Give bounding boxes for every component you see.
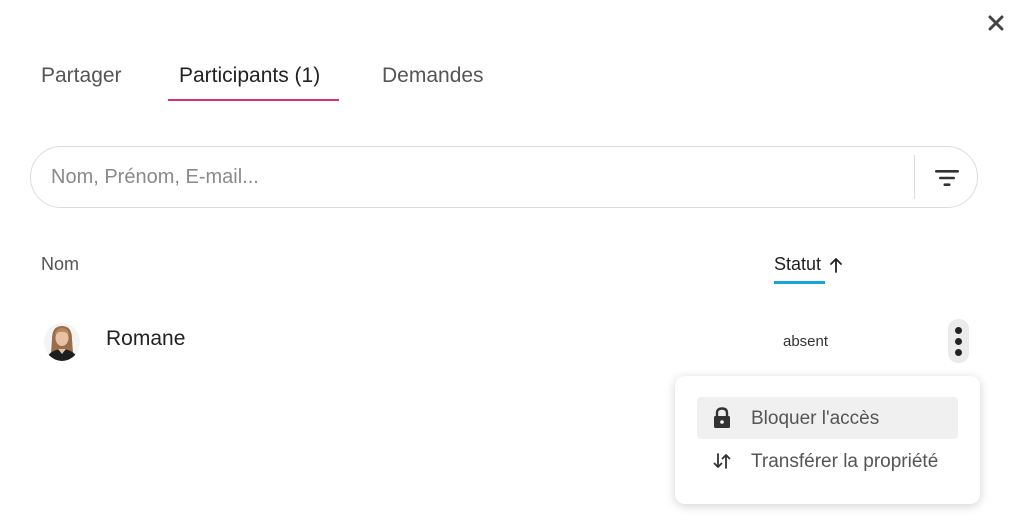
participant-status: absent: [783, 333, 829, 350]
filter-button[interactable]: [929, 160, 965, 196]
arrow-up-icon: [829, 257, 843, 273]
column-header-name[interactable]: Nom: [41, 254, 79, 275]
table-row[interactable]: Romane absent: [0, 316, 1015, 366]
tab-participants[interactable]: Participants (1): [179, 64, 320, 88]
search-input[interactable]: [51, 161, 891, 193]
menu-item-label: Bloquer l'accès: [751, 408, 880, 429]
menu-item-label: Transférer la propriété: [751, 451, 939, 472]
tab-partager[interactable]: Partager: [41, 64, 122, 88]
kebab-dot: [955, 337, 962, 345]
menu-item-transfer-ownership[interactable]: Transférer la propriété: [697, 440, 958, 482]
search-divider: [914, 155, 915, 199]
kebab-dot: [955, 326, 962, 334]
filter-icon: [935, 170, 959, 186]
close-button[interactable]: [985, 12, 1007, 34]
column-header-status-label: Statut: [774, 254, 822, 274]
kebab-dot: [955, 348, 962, 356]
column-header-status[interactable]: Statut: [774, 254, 843, 284]
participants-dialog: Partager Participants (1) Demandes Nom S…: [0, 0, 1015, 525]
swap-vertical-icon: [711, 450, 733, 472]
tab-demandes[interactable]: Demandes: [382, 64, 484, 88]
tab-bar: Partager Participants (1) Demandes: [0, 56, 600, 104]
avatar: [44, 323, 80, 361]
active-tab-indicator: [168, 99, 339, 101]
participant-name: Romane: [106, 327, 186, 350]
more-actions-button[interactable]: [948, 319, 969, 363]
close-icon: [988, 15, 1004, 31]
search-bar: [30, 146, 978, 208]
sort-indicator-underline: [774, 281, 825, 284]
lock-icon: [711, 407, 733, 429]
context-menu: Bloquer l'accès Transférer la propriété: [675, 376, 980, 504]
menu-item-block-access[interactable]: Bloquer l'accès: [697, 397, 958, 439]
